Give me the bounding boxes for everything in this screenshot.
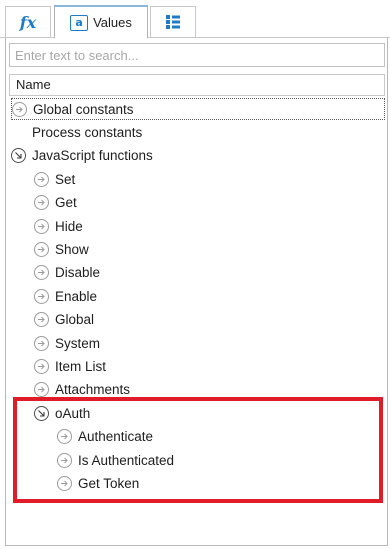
tree-item[interactable]: Global constants bbox=[11, 98, 385, 120]
highlight-box bbox=[13, 397, 383, 503]
tree-item[interactable]: Set bbox=[34, 168, 75, 190]
tree-item-label: Show bbox=[55, 241, 89, 257]
tree-item[interactable]: JavaScript functions bbox=[11, 145, 153, 167]
tree-item-label: Set bbox=[55, 171, 76, 187]
tab-functions[interactable]: fx bbox=[5, 6, 51, 37]
collapsed-arrow-icon[interactable] bbox=[34, 312, 49, 328]
tree-item-label: Disable bbox=[55, 265, 101, 281]
values-icon: a bbox=[70, 14, 89, 31]
collapsed-arrow-icon[interactable] bbox=[34, 382, 49, 398]
tab-strip: fx a Values bbox=[0, 0, 390, 38]
collapsed-arrow-icon[interactable] bbox=[34, 358, 49, 374]
tab-values-label: Values bbox=[93, 15, 132, 30]
tree-item[interactable]: Show bbox=[34, 238, 89, 260]
column-header-name[interactable]: Name bbox=[9, 74, 385, 96]
collapsed-arrow-icon[interactable] bbox=[12, 101, 27, 117]
search-input[interactable] bbox=[9, 43, 385, 67]
tree-item-label: Item List bbox=[55, 358, 107, 374]
tree-item-label: Global bbox=[55, 312, 95, 328]
collapsed-arrow-icon[interactable] bbox=[34, 288, 49, 304]
tree-item[interactable]: Enable bbox=[34, 285, 97, 307]
collapsed-arrow-icon[interactable] bbox=[34, 335, 49, 351]
collapsed-arrow-icon[interactable] bbox=[34, 218, 49, 234]
tree-item-label: Global constants bbox=[33, 101, 134, 117]
list-icon bbox=[166, 15, 180, 29]
tree-item[interactable]: Process constants bbox=[11, 121, 142, 143]
tree-item-label: Hide bbox=[55, 218, 83, 234]
tree-item[interactable]: Disable bbox=[34, 262, 100, 284]
collapsed-arrow-icon[interactable] bbox=[34, 171, 49, 187]
collapsed-arrow-icon[interactable] bbox=[34, 265, 49, 281]
tree-item[interactable]: Item List bbox=[34, 355, 106, 377]
tree-item-label: Enable bbox=[55, 288, 98, 304]
tree-item-label: System bbox=[55, 335, 101, 351]
tree-item[interactable]: Global bbox=[34, 309, 94, 331]
fx-icon: fx bbox=[19, 12, 37, 32]
tree-item-label: Attachments bbox=[55, 382, 131, 398]
expanded-arrow-icon[interactable] bbox=[11, 148, 26, 164]
collapsed-arrow-icon[interactable] bbox=[34, 241, 49, 257]
tab-list[interactable] bbox=[150, 6, 196, 37]
tree-item[interactable]: Get bbox=[34, 192, 77, 214]
collapsed-arrow-icon[interactable] bbox=[34, 195, 49, 211]
tree-item[interactable]: Hide bbox=[34, 215, 83, 237]
tree-item-label: JavaScript functions bbox=[32, 148, 153, 164]
tree-item[interactable]: System bbox=[34, 332, 100, 354]
tab-values[interactable]: a Values bbox=[54, 5, 148, 38]
tree-item-label: Get bbox=[55, 195, 77, 211]
tree-item-label: Process constants bbox=[32, 124, 143, 140]
